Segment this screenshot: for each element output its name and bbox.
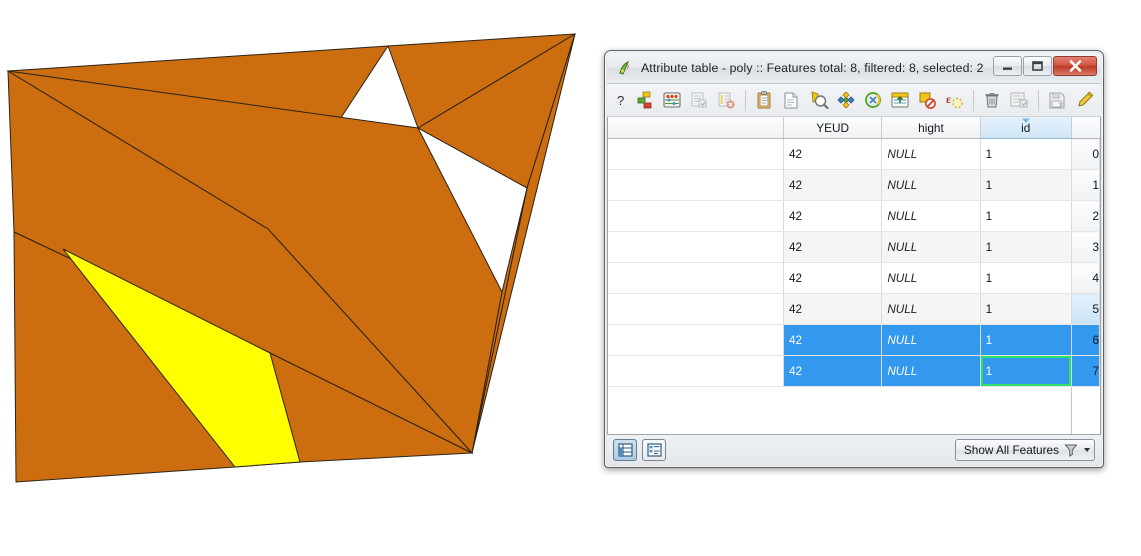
row-header[interactable]: 1: [1071, 169, 1100, 201]
cell-yeud[interactable]: 42: [783, 138, 883, 170]
cell-hight[interactable]: NULL: [881, 138, 981, 170]
qgis-icon: [616, 60, 633, 77]
help-button[interactable]: ?: [611, 87, 630, 113]
cell-id[interactable]: 1: [980, 200, 1072, 232]
cell-id[interactable]: 1: [980, 138, 1072, 170]
column-header-yeud[interactable]: YEUD: [783, 117, 883, 139]
cell-blank[interactable]: [608, 231, 785, 263]
cell-id[interactable]: 1: [980, 324, 1072, 356]
open-field-calculator-button[interactable]: [1045, 87, 1070, 113]
close-button[interactable]: [1053, 56, 1097, 76]
table-view-button[interactable]: [613, 439, 637, 461]
show-all-features-dropdown[interactable]: Show All Features: [954, 439, 1095, 461]
toolbar-separator: [972, 89, 974, 111]
attribute-table[interactable]: YEUD hight id 42 NULL 1 0 42 NULL 1 1 42 NULL 1 2 42…: [608, 117, 1100, 387]
attribute-table-area[interactable]: YEUD hight id 42 NULL 1 0 42 NULL 1 1 42 NULL 1 2 42…: [607, 117, 1101, 435]
cell-hight[interactable]: NULL: [881, 293, 981, 325]
toolbar-separator: [1037, 89, 1039, 111]
table-row[interactable]: 42 NULL 1 4: [608, 262, 1100, 294]
bottom-bar: Show All Features: [607, 435, 1101, 465]
form-view-button[interactable]: [642, 439, 666, 461]
cell-blank[interactable]: [608, 324, 785, 356]
row-header[interactable]: 5: [1071, 293, 1100, 325]
cell-hight[interactable]: NULL: [881, 231, 981, 263]
cell-id[interactable]: 1: [980, 262, 1072, 294]
copy-features-button[interactable]: [752, 87, 777, 113]
cell-yeud[interactable]: 42: [783, 324, 883, 356]
table-row[interactable]: 42 NULL 1 7: [608, 355, 1100, 387]
title-bar[interactable]: Attribute table - poly :: Features total…: [607, 53, 1101, 84]
new-field-button[interactable]: [1007, 87, 1032, 113]
cell-blank[interactable]: [608, 355, 785, 387]
cell-id[interactable]: 1: [980, 169, 1072, 201]
cell-yeud[interactable]: 42: [783, 262, 883, 294]
table-row[interactable]: 42 NULL 1 5: [608, 293, 1100, 325]
cell-hight[interactable]: NULL: [881, 262, 981, 294]
table-row[interactable]: 42 NULL 1 3: [608, 231, 1100, 263]
select-by-expression-button[interactable]: ε: [942, 87, 967, 113]
cell-yeud[interactable]: 42: [783, 231, 883, 263]
cell-hight[interactable]: NULL: [881, 324, 981, 356]
row-header[interactable]: 6: [1071, 324, 1100, 356]
table-row[interactable]: 42 NULL 1 1: [608, 169, 1100, 201]
deselect-all-button[interactable]: [914, 87, 939, 113]
row-header[interactable]: 0: [1071, 138, 1100, 170]
cell-blank[interactable]: [608, 200, 785, 232]
toggle-multi-edit-button[interactable]: [659, 87, 684, 113]
cell-blank[interactable]: [608, 169, 785, 201]
row-header[interactable]: 4: [1071, 262, 1100, 294]
cell-id[interactable]: 1: [980, 231, 1072, 263]
table-body[interactable]: 42 NULL 1 0 42 NULL 1 1 42 NULL 1 2 42 NULL 1 3 42 NULL 1 4…: [608, 138, 1100, 387]
zoom-map-to-selected-rows-button[interactable]: [806, 87, 831, 113]
minimize-button[interactable]: [993, 56, 1022, 76]
delete-field-button[interactable]: [980, 87, 1005, 113]
toggle-editing-button[interactable]: [632, 87, 657, 113]
cell-yeud[interactable]: 42: [783, 200, 883, 232]
maximize-button[interactable]: [1023, 56, 1052, 76]
move-selection-to-top-button[interactable]: [887, 87, 912, 113]
cell-yeud[interactable]: 42: [783, 355, 883, 387]
svg-text:ε: ε: [946, 92, 951, 106]
cell-hight[interactable]: NULL: [881, 200, 981, 232]
select-features-using-expression-button[interactable]: [860, 87, 885, 113]
toolbar-separator: [744, 89, 746, 111]
cell-hight[interactable]: NULL: [881, 355, 981, 387]
column-header-blank[interactable]: [608, 117, 785, 139]
sort-ascending-icon: [1021, 118, 1030, 123]
table-row[interactable]: 42 NULL 1 6: [608, 324, 1100, 356]
filter-icon: [1064, 444, 1078, 457]
column-header-id[interactable]: id: [980, 117, 1072, 139]
row-header[interactable]: 2: [1071, 200, 1100, 232]
caption-button-group: [993, 56, 1097, 76]
cell-id[interactable]: 1: [980, 355, 1072, 387]
column-header-rowindex: [1071, 117, 1100, 139]
map-canvas: [6, 32, 576, 483]
attribute-table-window: Attribute table - poly :: Features total…: [604, 50, 1104, 468]
cell-blank[interactable]: [608, 293, 785, 325]
save-edits-button[interactable]: [687, 87, 712, 113]
cell-blank[interactable]: [608, 138, 785, 170]
cell-hight[interactable]: NULL: [881, 169, 981, 201]
column-header-hight[interactable]: hight: [881, 117, 981, 139]
row-header[interactable]: 3: [1071, 231, 1100, 263]
dropdown-arrow-icon: [1084, 448, 1090, 452]
conditional-formatting-button[interactable]: [1072, 87, 1097, 113]
cell-yeud[interactable]: 42: [783, 293, 883, 325]
toolbar: ? ε: [607, 84, 1101, 117]
paste-features-button[interactable]: [779, 87, 804, 113]
row-header[interactable]: 7: [1071, 355, 1100, 387]
cell-yeud[interactable]: 42: [783, 169, 883, 201]
cell-blank[interactable]: [608, 262, 785, 294]
delete-selected-button[interactable]: [714, 87, 739, 113]
show-all-features-label: Show All Features: [963, 443, 1059, 457]
cell-id[interactable]: 1: [980, 293, 1072, 325]
table-header-row: YEUD hight id: [608, 117, 1100, 139]
table-row[interactable]: 42 NULL 1 2: [608, 200, 1100, 232]
table-row[interactable]: 42 NULL 1 0: [608, 138, 1100, 170]
window-title: Attribute table - poly :: Features total…: [641, 61, 984, 75]
pan-map-to-selected-rows-button[interactable]: [833, 87, 858, 113]
table-empty-space: [608, 387, 1100, 434]
